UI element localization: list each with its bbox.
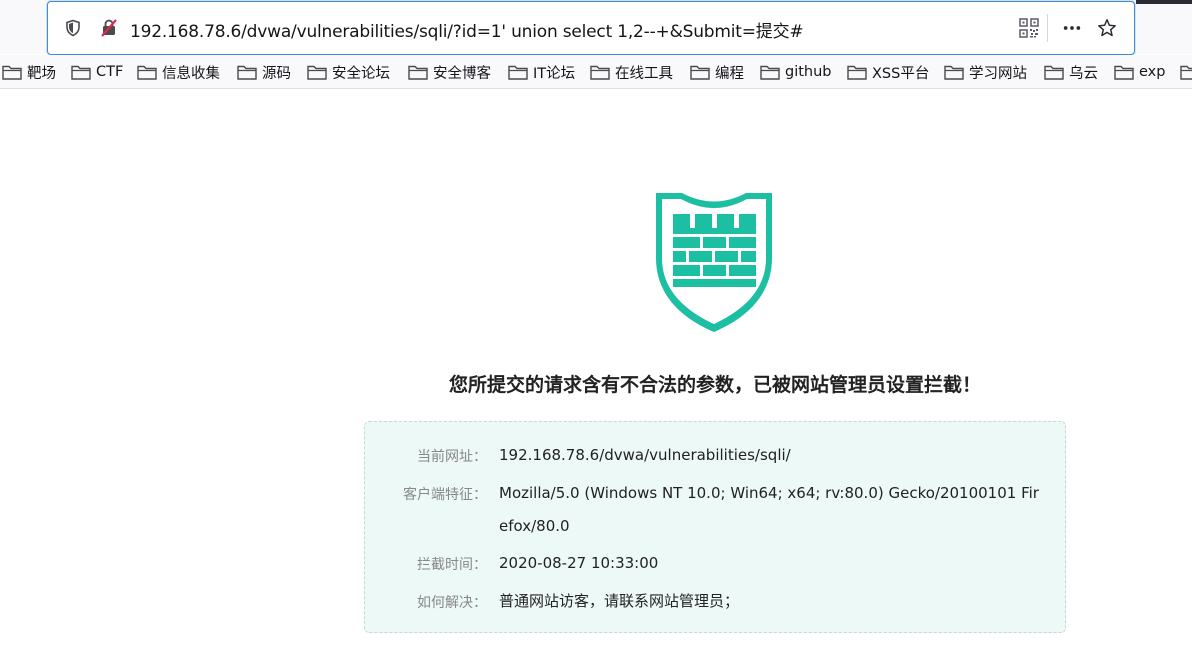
bookmark-folder[interactable]: exp — [1114, 61, 1165, 83]
bookmark-folder[interactable]: 信息收集 — [137, 61, 220, 83]
solution-value: 普通网站访客，请联系网站管理员； — [499, 592, 740, 610]
bookmark-folder[interactable]: 在线工具 — [590, 61, 673, 83]
current-url-value: 192.168.78.6/dvwa/vulnerabilities/sqli/ — [499, 446, 791, 464]
bookmark-folder[interactable]: 乌云 — [1044, 61, 1098, 83]
qr-code-icon[interactable] — [1019, 18, 1039, 38]
folder-icon — [1044, 65, 1064, 80]
block-time-value: 2020-08-27 10:33:00 — [499, 554, 659, 572]
bookmark-folder[interactable]: 编程 — [690, 61, 744, 83]
bookmark-label: github — [785, 64, 832, 80]
folder-icon — [847, 65, 867, 80]
bookmark-label: 安全论坛 — [332, 65, 390, 82]
folder-icon — [690, 65, 710, 80]
folder-icon — [760, 65, 780, 80]
bookmark-label: 靶场 — [27, 65, 56, 82]
bookmark-label: 信息收集 — [162, 65, 220, 82]
folder-icon — [590, 65, 610, 80]
bookmark-folder[interactable]: 源码 — [237, 61, 291, 83]
url-text[interactable]: 192.168.78.6/dvwa/vulnerabilities/sqli/?… — [130, 17, 804, 42]
bookmark-folder[interactable]: XSS平台 — [847, 61, 929, 83]
folder-icon — [71, 65, 91, 80]
bookmark-overflow[interactable] — [1180, 61, 1192, 83]
folder-icon — [2, 65, 22, 80]
bookmark-folder[interactable]: 安全论坛 — [307, 61, 390, 83]
block-info-panel: 当前网址： 192.168.78.6/dvwa/vulnerabilities/… — [364, 421, 1066, 633]
folder-icon — [1114, 65, 1134, 80]
bookmark-folder[interactable]: 学习网站 — [944, 61, 1027, 83]
star-icon[interactable] — [1097, 18, 1117, 38]
bookmark-label: IT论坛 — [533, 65, 576, 82]
folder-icon — [237, 65, 257, 80]
folder-icon — [408, 65, 428, 80]
folder-icon — [1180, 65, 1192, 80]
bookmark-folder[interactable]: IT论坛 — [508, 61, 575, 83]
toolbar-separator — [1047, 14, 1048, 42]
browser-toolbar: 192.168.78.6/dvwa/vulnerabilities/sqli/?… — [0, 0, 1192, 55]
bookmark-label: 在线工具 — [615, 65, 673, 82]
address-bar[interactable]: 192.168.78.6/dvwa/vulnerabilities/sqli/?… — [47, 1, 1135, 55]
bookmark-label: 乌云 — [1069, 65, 1098, 82]
bookmark-folder[interactable]: github — [760, 61, 832, 83]
row-label-url: 当前网址： — [417, 449, 487, 465]
insecure-lock-icon[interactable] — [99, 18, 119, 38]
bookmark-folder[interactable]: CTF — [71, 61, 123, 83]
folder-icon — [137, 65, 157, 80]
folder-icon — [508, 65, 528, 80]
folder-icon — [944, 65, 964, 80]
bookmarks-toolbar: 靶场 CTF 信息收集 源码 安全论坛 安全博客 IT论坛 在线工具 编程 gi… — [0, 55, 1192, 89]
window-accent — [1136, 0, 1192, 4]
shield-icon[interactable] — [63, 18, 83, 38]
bookmark-label: 安全博客 — [433, 65, 491, 82]
more-icon[interactable] — [1062, 18, 1082, 38]
bookmark-label: 编程 — [715, 65, 744, 82]
bookmark-label: exp — [1139, 64, 1166, 80]
bookmark-folder[interactable]: 安全博客 — [408, 61, 491, 83]
folder-icon — [307, 65, 327, 80]
bookmark-label: CTF — [96, 64, 124, 80]
row-label-user-agent: 客户端特征： — [403, 487, 487, 503]
block-message-title: 您所提交的请求含有不合法的参数，已被网站管理员设置拦截！ — [448, 374, 981, 396]
row-label-block-time: 拦截时间： — [417, 557, 487, 573]
bookmark-label: 源码 — [262, 65, 291, 82]
row-label-solution: 如何解决： — [417, 595, 487, 611]
shield-wall-logo — [656, 193, 772, 332]
bookmark-label: XSS平台 — [872, 65, 930, 82]
bookmark-folder[interactable]: 靶场 — [2, 61, 56, 83]
bookmark-label: 学习网站 — [969, 65, 1027, 82]
user-agent-value: Mozilla/5.0 (Windows NT 10.0; Win64; x64… — [499, 484, 1039, 535]
